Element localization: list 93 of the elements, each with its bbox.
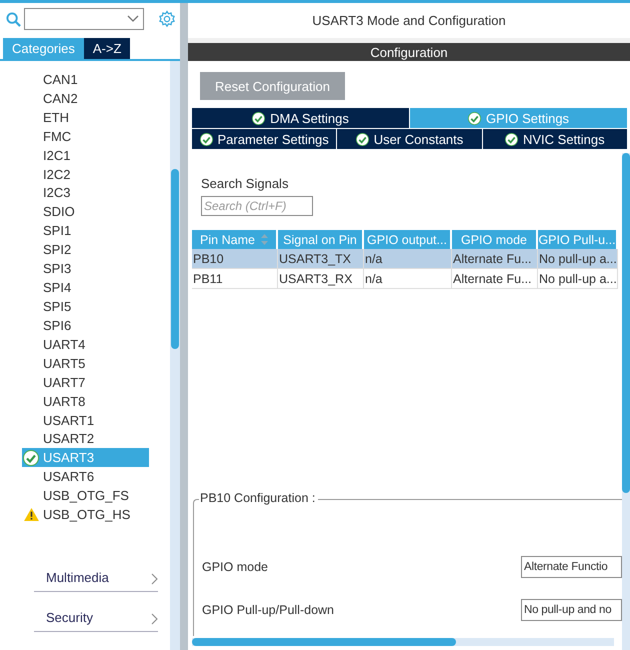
- field-label: GPIO Pull-up/Pull-down: [202, 602, 334, 616]
- column-label: GPIO output...: [367, 232, 447, 246]
- table-cell: Alternate Fu...: [452, 269, 538, 289]
- column-label: Pin Name: [200, 232, 255, 246]
- peripheral-item[interactable]: SPI1: [22, 221, 149, 240]
- peripheral-label: USB_OTG_HS: [43, 507, 130, 522]
- scrollbar[interactable]: [170, 61, 180, 650]
- settings-tab[interactable]: DMA Settings: [192, 108, 410, 129]
- table-cell: No pull-up a...: [538, 249, 618, 269]
- peripheral-label: UART7: [43, 374, 86, 390]
- category-label: Security: [46, 610, 93, 626]
- peripheral-item[interactable]: CAN2: [22, 88, 149, 108]
- group-title: PB10 Configuration :: [199, 491, 318, 505]
- peripheral-label: SPI3: [43, 261, 72, 276]
- peripheral-label: I2C1: [43, 148, 70, 163]
- peripheral-item[interactable]: I2C1: [22, 146, 149, 165]
- field-label: GPIO mode: [202, 560, 268, 574]
- peripheral-item[interactable]: USB_OTG_FS: [22, 486, 149, 506]
- peripheral-item[interactable]: I2C3: [22, 184, 149, 202]
- search-label: Search Signals: [200, 175, 290, 193]
- peripheral-item[interactable]: USART6: [22, 467, 149, 486]
- peripheral-label: USB_OTG_FS: [43, 488, 129, 504]
- peripheral-label: CAN2: [43, 90, 78, 106]
- table-cell: Alternate Fu...: [452, 249, 538, 269]
- peripheral-item[interactable]: SPI2: [22, 240, 149, 260]
- tab-label: User Constants: [374, 132, 464, 146]
- peripheral-label: UART5: [43, 356, 86, 371]
- tab-label: GPIO Settings: [486, 110, 570, 126]
- category-label: Multimedia: [46, 570, 109, 586]
- peripheral-item[interactable]: SPI3: [22, 259, 149, 278]
- category-row[interactable]: Multimedia: [34, 560, 158, 592]
- table-cell: n/a: [364, 269, 452, 289]
- category-row[interactable]: Security: [34, 600, 158, 632]
- peripheral-label: CAN1: [43, 72, 78, 87]
- peripheral-label: USART3: [43, 450, 94, 466]
- chevron-right-icon: [151, 613, 158, 626]
- peripheral-item[interactable]: UART8: [22, 392, 149, 411]
- table-cell: PB11: [192, 269, 278, 289]
- dropdown-field[interactable]: No pull-up and no: [521, 598, 622, 620]
- peripheral-item[interactable]: USART2: [22, 430, 149, 448]
- peripheral-item[interactable]: SPI6: [22, 316, 149, 335]
- table-cell: n/a: [364, 249, 452, 269]
- vertical-scrollbar[interactable]: [622, 153, 630, 650]
- peripheral-label: SPI1: [43, 223, 72, 238]
- column-label: Signal on Pin: [283, 232, 357, 246]
- peripheral-item[interactable]: CAN1: [22, 70, 149, 89]
- peripheral-label: SPI4: [43, 280, 72, 296]
- peripheral-item[interactable]: SPI5: [22, 297, 149, 316]
- peripheral-label: SPI5: [43, 299, 72, 314]
- peripheral-label: I2C2: [43, 166, 70, 182]
- peripheral-label: SDIO: [43, 204, 75, 220]
- peripheral-item[interactable]: ETH: [22, 108, 149, 127]
- peripheral-item[interactable]: USART1: [22, 410, 149, 430]
- table-cell: No pull-up a...: [538, 269, 618, 289]
- settings-tab[interactable]: User Constants: [337, 129, 483, 150]
- peripheral-item[interactable]: SPI4: [22, 278, 149, 298]
- chevron-down-icon: [127, 15, 139, 23]
- table-cell: USART3_TX: [278, 249, 364, 269]
- peripheral-label: SPI2: [43, 242, 72, 258]
- search-combo[interactable]: [24, 8, 144, 30]
- peripheral-item[interactable]: SDIO: [22, 202, 149, 222]
- peripheral-item[interactable]: UART7: [22, 372, 149, 392]
- peripheral-label: USART2: [43, 431, 94, 446]
- tab-label: NVIC Settings: [522, 132, 605, 146]
- section-header: Configuration: [188, 43, 630, 61]
- tab-label: DMA Settings: [270, 110, 349, 126]
- peripheral-label: USART1: [43, 412, 94, 428]
- peripheral-label: UART8: [43, 394, 86, 409]
- table-cell: USART3_RX: [278, 269, 364, 289]
- search-field[interactable]: Search (Ctrl+F): [201, 196, 313, 216]
- peripheral-item[interactable]: UART4: [22, 334, 149, 354]
- category-tab[interactable]: A->Z: [84, 38, 130, 59]
- peripheral-label: UART4: [43, 336, 86, 352]
- settings-tab[interactable]: Parameter Settings: [192, 129, 338, 150]
- dropdown-field[interactable]: Alternate Functio: [521, 556, 622, 578]
- peripheral-item[interactable]: UART5: [22, 354, 149, 373]
- chevron-right-icon: [151, 573, 158, 586]
- peripheral-label: SPI6: [43, 318, 72, 333]
- peripheral-item[interactable]: I2C2: [22, 164, 149, 184]
- tab-label: Parameter Settings: [218, 132, 329, 146]
- window-title: USART3 Mode and Configuration: [188, 3, 630, 38]
- peripheral-label: I2C3: [43, 185, 70, 200]
- peripheral-item[interactable]: USB_OTG_HS: [22, 505, 149, 524]
- column-label: GPIO mode: [461, 232, 527, 246]
- table-cell: PB10: [192, 249, 278, 269]
- peripheral-item[interactable]: FMC: [22, 126, 149, 146]
- horizontal-scrollbar[interactable]: [192, 638, 614, 646]
- settings-icon[interactable]: [158, 10, 176, 28]
- peripheral-label: FMC: [43, 128, 72, 144]
- search-icon[interactable]: [6, 12, 21, 26]
- peripheral-label: USART6: [43, 469, 94, 484]
- peripheral-label: ETH: [43, 110, 69, 125]
- settings-tab[interactable]: NVIC Settings: [482, 129, 628, 150]
